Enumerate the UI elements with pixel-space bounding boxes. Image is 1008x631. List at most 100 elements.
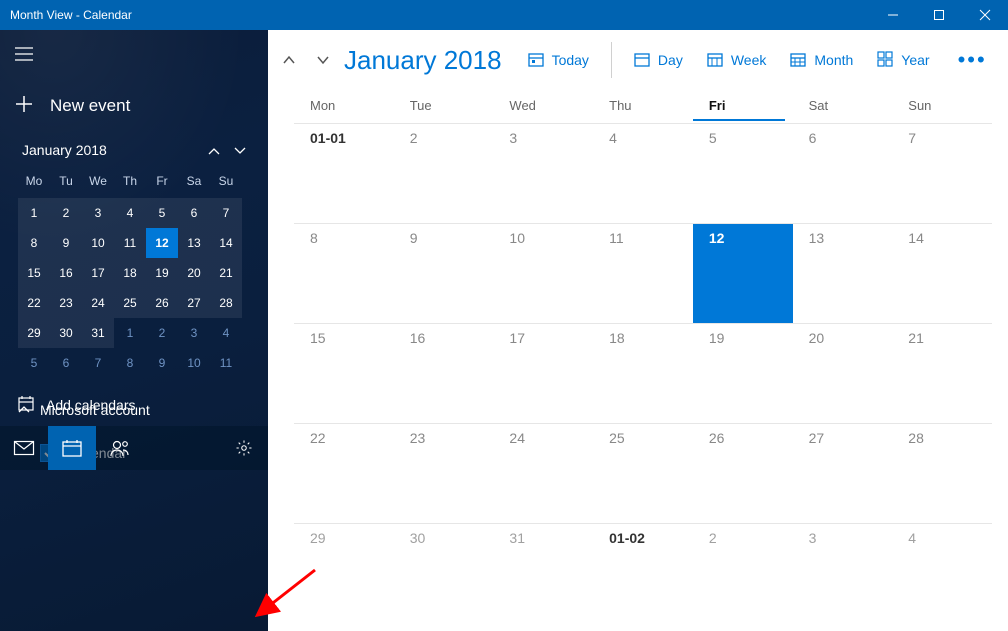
day-cell[interactable]: 4: [593, 124, 693, 223]
mini-day-cell[interactable]: 5: [146, 198, 178, 228]
mini-day-cell[interactable]: 12: [146, 228, 178, 258]
day-cell[interactable]: 7: [892, 124, 992, 223]
mini-day-cell[interactable]: 3: [178, 318, 210, 348]
day-cell[interactable]: 15: [294, 324, 394, 423]
day-cell[interactable]: 2: [693, 524, 793, 623]
mini-day-cell[interactable]: 7: [210, 198, 242, 228]
mini-day-cell[interactable]: 16: [50, 258, 82, 288]
day-cell[interactable]: 2: [394, 124, 494, 223]
window-close-button[interactable]: [962, 0, 1008, 30]
mini-day-cell[interactable]: 3: [82, 198, 114, 228]
mini-day-cell[interactable]: 24: [82, 288, 114, 318]
mini-day-cell[interactable]: 22: [18, 288, 50, 318]
mini-day-cell[interactable]: 19: [146, 258, 178, 288]
mini-day-head: We: [82, 168, 114, 198]
year-view-button[interactable]: Year: [867, 45, 939, 76]
day-cell[interactable]: 10: [493, 224, 593, 323]
mini-day-cell[interactable]: 11: [114, 228, 146, 258]
mini-day-cell[interactable]: 8: [18, 228, 50, 258]
day-cell[interactable]: 20: [793, 324, 893, 423]
new-event-label: New event: [50, 96, 130, 116]
day-cell[interactable]: 24: [493, 424, 593, 523]
mini-day-cell[interactable]: 28: [210, 288, 242, 318]
day-cell[interactable]: 16: [394, 324, 494, 423]
day-cell[interactable]: 18: [593, 324, 693, 423]
mini-day-cell[interactable]: 9: [50, 228, 82, 258]
people-tab[interactable]: [96, 426, 144, 470]
day-cell[interactable]: 25: [593, 424, 693, 523]
day-cell[interactable]: 8: [294, 224, 394, 323]
day-cell[interactable]: 5: [693, 124, 793, 223]
mini-day-cell[interactable]: 18: [114, 258, 146, 288]
mini-day-cell[interactable]: 7: [82, 348, 114, 378]
mini-day-cell[interactable]: 11: [210, 348, 242, 378]
day-cell[interactable]: 13: [793, 224, 893, 323]
mini-day-cell[interactable]: 10: [178, 348, 210, 378]
mini-day-cell[interactable]: 9: [146, 348, 178, 378]
mini-day-cell[interactable]: 2: [50, 198, 82, 228]
hamburger-button[interactable]: [0, 30, 48, 78]
day-cell[interactable]: 21: [892, 324, 992, 423]
mini-day-cell[interactable]: 2: [146, 318, 178, 348]
day-cell[interactable]: 4: [892, 524, 992, 623]
mini-day-cell[interactable]: 1: [18, 198, 50, 228]
add-calendars-button[interactable]: Add calendars: [0, 385, 268, 424]
mini-day-cell[interactable]: 17: [82, 258, 114, 288]
settings-button[interactable]: [220, 426, 268, 470]
mini-day-cell[interactable]: 14: [210, 228, 242, 258]
day-cell[interactable]: 23: [394, 424, 494, 523]
today-button[interactable]: Today: [518, 45, 599, 76]
day-cell[interactable]: 28: [892, 424, 992, 523]
day-cell[interactable]: 30: [394, 524, 494, 623]
mini-day-cell[interactable]: 6: [178, 198, 210, 228]
day-cell[interactable]: 9: [394, 224, 494, 323]
mini-day-cell[interactable]: 20: [178, 258, 210, 288]
mini-day-cell[interactable]: 6: [50, 348, 82, 378]
mini-day-cell[interactable]: 21: [210, 258, 242, 288]
day-cell[interactable]: 19: [693, 324, 793, 423]
mini-day-cell[interactable]: 13: [178, 228, 210, 258]
day-cell[interactable]: 22: [294, 424, 394, 523]
day-view-button[interactable]: Day: [624, 45, 693, 76]
day-cell[interactable]: 17: [493, 324, 593, 423]
mini-day-cell[interactable]: 26: [146, 288, 178, 318]
more-button[interactable]: •••: [948, 47, 997, 73]
mini-day-cell[interactable]: 15: [18, 258, 50, 288]
mini-prev-month-button[interactable]: [208, 142, 220, 158]
day-cell[interactable]: 31: [493, 524, 593, 623]
calendar-tab[interactable]: [48, 426, 96, 470]
week-view-button[interactable]: Week: [697, 45, 777, 76]
mini-day-head: Mo: [18, 168, 50, 198]
mini-day-cell[interactable]: 23: [50, 288, 82, 318]
new-event-button[interactable]: New event: [0, 82, 268, 130]
mini-day-cell[interactable]: 8: [114, 348, 146, 378]
day-cell[interactable]: 6: [793, 124, 893, 223]
mini-day-cell[interactable]: 27: [178, 288, 210, 318]
mini-day-cell[interactable]: 10: [82, 228, 114, 258]
day-cell[interactable]: 27: [793, 424, 893, 523]
mini-day-cell[interactable]: 4: [114, 198, 146, 228]
mini-day-cell[interactable]: 29: [18, 318, 50, 348]
day-cell[interactable]: 01-02: [593, 524, 693, 623]
mini-day-cell[interactable]: 4: [210, 318, 242, 348]
day-cell[interactable]: 12: [693, 224, 793, 323]
day-cell[interactable]: 3: [493, 124, 593, 223]
window-maximize-button[interactable]: [916, 0, 962, 30]
day-cell[interactable]: 14: [892, 224, 992, 323]
mini-day-cell[interactable]: 25: [114, 288, 146, 318]
day-cell[interactable]: 26: [693, 424, 793, 523]
day-cell[interactable]: 3: [793, 524, 893, 623]
window-minimize-button[interactable]: [870, 0, 916, 30]
mail-tab[interactable]: [0, 426, 48, 470]
mini-day-cell[interactable]: 1: [114, 318, 146, 348]
mini-day-cell[interactable]: 31: [82, 318, 114, 348]
mini-day-cell[interactable]: 30: [50, 318, 82, 348]
month-view-button[interactable]: Month: [780, 45, 863, 76]
mini-next-month-button[interactable]: [234, 142, 246, 158]
day-cell[interactable]: 29: [294, 524, 394, 623]
prev-month-button[interactable]: [272, 40, 306, 80]
mini-day-cell[interactable]: 5: [18, 348, 50, 378]
day-cell[interactable]: 11: [593, 224, 693, 323]
next-month-button[interactable]: [306, 40, 340, 80]
day-cell[interactable]: 01-01: [294, 124, 394, 223]
